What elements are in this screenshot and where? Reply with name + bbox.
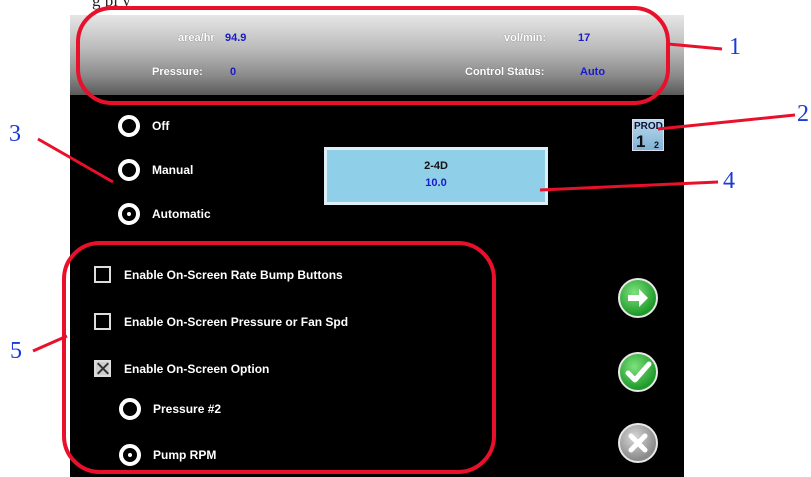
callout-number-2: 2 xyxy=(797,101,809,127)
callout-line-3 xyxy=(37,137,114,184)
callout-number-4: 4 xyxy=(723,168,735,194)
callout-line-4 xyxy=(539,180,719,192)
callout-ring-status xyxy=(76,6,670,105)
callout-overlay xyxy=(32,6,796,474)
callout-number-5: 5 xyxy=(10,338,22,364)
callout-line-2 xyxy=(657,113,796,131)
callout-number-3: 3 xyxy=(9,121,21,147)
callout-ring-options xyxy=(62,241,496,474)
callout-number-1: 1 xyxy=(729,34,741,60)
callout-line-5 xyxy=(32,334,68,353)
callout-line-1 xyxy=(667,42,723,51)
